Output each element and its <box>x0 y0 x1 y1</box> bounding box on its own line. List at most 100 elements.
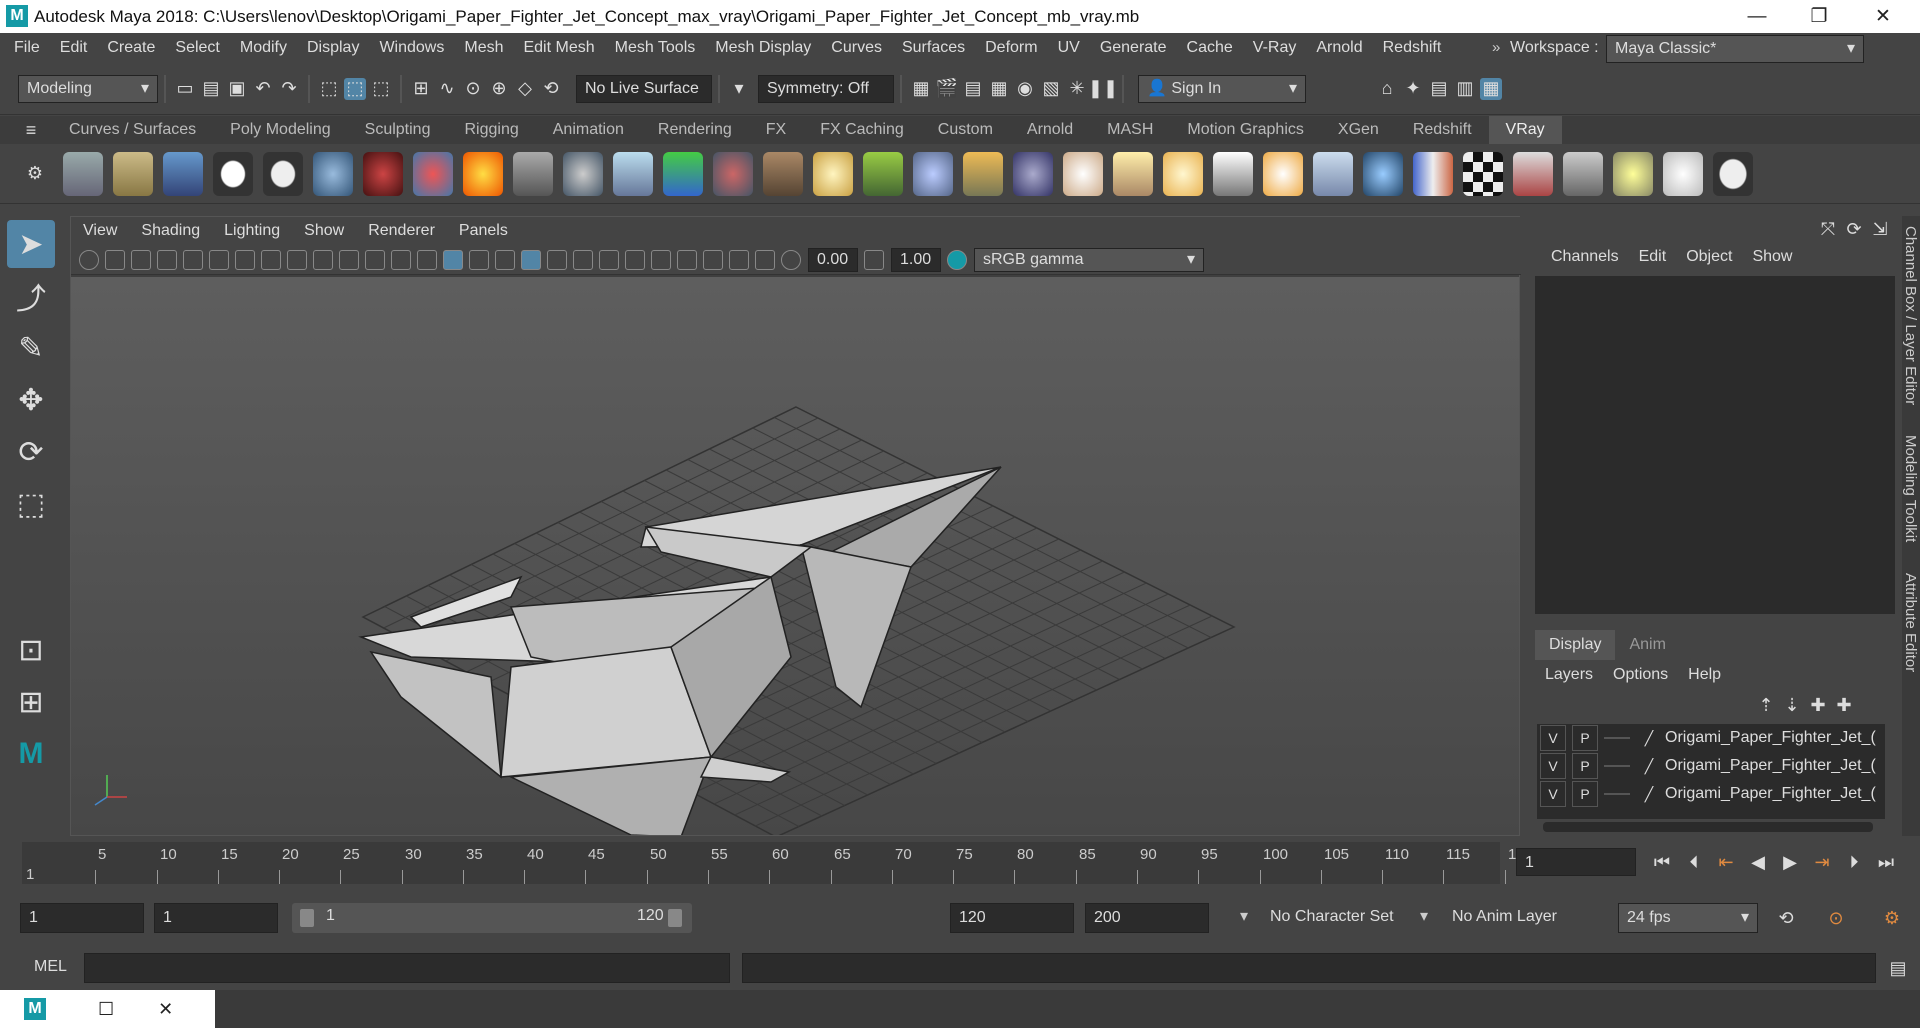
film-gate-icon[interactable] <box>261 249 281 270</box>
xray-joints-icon[interactable] <box>729 249 749 270</box>
tab-motion-graphics[interactable]: Motion Graphics <box>1170 116 1321 144</box>
vray-table-icon[interactable] <box>1563 151 1603 196</box>
new-layer-icon[interactable]: ✚ <box>1807 694 1829 716</box>
menu-generate[interactable]: Generate <box>1090 33 1177 63</box>
menu-edit[interactable]: Edit <box>50 33 98 63</box>
layer-row[interactable]: V P ╱ Origami_Paper_Fighter_Jet_( <box>1537 752 1885 780</box>
ambient-occlusion-icon[interactable] <box>573 249 593 270</box>
wireframe-on-shaded-icon[interactable] <box>469 249 489 270</box>
layer-menu-layers[interactable]: Layers <box>1535 660 1603 690</box>
color-management-icon[interactable] <box>947 249 967 270</box>
vray-sphere-light-icon[interactable] <box>1013 151 1053 196</box>
channel-box-float-icon[interactable]: ⤧ <box>1817 218 1839 240</box>
vray-dome-light-icon[interactable] <box>1063 151 1103 196</box>
vray-mtl-icon[interactable] <box>1413 151 1453 196</box>
play-forward-icon[interactable]: ▶ <box>1776 848 1804 876</box>
anti-aliasing-icon[interactable] <box>625 249 645 270</box>
attribute-editor-icon[interactable]: ▤ <box>1428 78 1450 100</box>
layer-name[interactable]: Origami_Paper_Fighter_Jet_( <box>1665 757 1876 775</box>
new-layer-selected-icon[interactable]: ✚ <box>1833 694 1855 716</box>
maya-logo-icon[interactable]: M <box>24 998 46 1020</box>
maximize-button[interactable]: ☐ <box>98 999 114 1020</box>
tab-custom[interactable]: Custom <box>921 116 1010 144</box>
vray-sun-icon[interactable] <box>1263 151 1303 196</box>
minimize-button[interactable]: — <box>1734 0 1780 33</box>
outliner-icon[interactable]: ✦ <box>1402 78 1424 100</box>
tab-animation[interactable]: Animation <box>536 116 641 144</box>
tab-vray[interactable]: VRay <box>1488 116 1562 144</box>
gate-mask-icon[interactable] <box>313 249 333 270</box>
shadows-icon[interactable] <box>547 249 567 270</box>
command-input[interactable] <box>84 953 730 983</box>
side-tab-channel-box[interactable]: Channel Box / Layer Editor <box>1902 226 1919 405</box>
vray-mesh-light-icon[interactable] <box>1363 151 1403 196</box>
lasso-tool-icon[interactable]: ⤴ <box>7 272 55 320</box>
depth-of-field-icon[interactable] <box>651 249 671 270</box>
layer-name[interactable]: Origami_Paper_Fighter_Jet_( <box>1665 729 1876 747</box>
menu-select[interactable]: Select <box>165 33 229 63</box>
symmetry-dropdown[interactable]: Symmetry: Off <box>758 74 894 103</box>
step-back-key-icon[interactable]: ⏴ <box>1680 848 1708 876</box>
fps-dropdown[interactable]: 24 fps ▾ <box>1618 903 1758 933</box>
tab-fx-caching[interactable]: FX Caching <box>803 116 921 144</box>
hypershade-icon[interactable]: ◉ <box>1014 78 1036 100</box>
tab-poly-modeling[interactable]: Poly Modeling <box>213 116 348 144</box>
vray-texture-icon[interactable] <box>763 151 803 196</box>
vray-scatter-icon[interactable] <box>913 151 953 196</box>
layer-horizontal-scrollbar[interactable] <box>1543 822 1873 832</box>
render-view-icon[interactable]: ▦ <box>910 78 932 100</box>
chevron-down-icon[interactable]: ▾ <box>1420 906 1428 926</box>
tab-fx[interactable]: FX <box>749 116 803 144</box>
vray-checker-icon[interactable] <box>1463 151 1503 196</box>
motion-blur-icon[interactable] <box>599 249 619 270</box>
xray-components-icon[interactable] <box>755 249 775 270</box>
shelf-settings-icon[interactable]: ⚙ <box>24 163 46 185</box>
vray-light-lister-icon[interactable] <box>1613 151 1653 196</box>
layer-visibility-toggle[interactable]: V <box>1540 753 1566 779</box>
go-to-end-icon[interactable]: ⏭ <box>1872 848 1900 876</box>
layer-menu-help[interactable]: Help <box>1678 660 1731 690</box>
chevron-down-icon[interactable]: ▾ <box>728 78 750 100</box>
vray-rect-light-icon[interactable] <box>1313 151 1353 196</box>
viewport-menu-show[interactable]: Show <box>292 217 356 245</box>
script-editor-icon[interactable]: ▤ <box>1884 954 1912 982</box>
menu-arnold[interactable]: Arnold <box>1306 33 1372 63</box>
sign-in-dropdown[interactable]: 👤 Sign In ▾ <box>1138 74 1306 103</box>
range-end-handle[interactable] <box>668 909 682 927</box>
gamma-field[interactable]: 1.00 <box>891 247 941 272</box>
layer-playback-toggle[interactable]: P <box>1572 753 1598 779</box>
layer-menu-options[interactable]: Options <box>1603 660 1678 690</box>
tab-rigging[interactable]: Rigging <box>447 116 535 144</box>
tab-mash[interactable]: MASH <box>1090 116 1170 144</box>
vray-proxy-icon[interactable] <box>513 151 553 196</box>
colorspace-dropdown[interactable]: sRGB gamma ▾ <box>974 247 1204 272</box>
animation-preferences-icon[interactable]: ⚙ <box>1878 904 1906 932</box>
open-scene-icon[interactable]: ▤ <box>200 78 222 100</box>
tab-rendering[interactable]: Rendering <box>641 116 749 144</box>
playback-end-field[interactable]: 120 <box>950 903 1074 933</box>
grid-toggle-icon[interactable] <box>235 249 255 270</box>
vray-ipr-icon[interactable] <box>113 151 153 196</box>
snap-grid-icon[interactable]: ⊞ <box>410 78 432 100</box>
menu-deform[interactable]: Deform <box>975 33 1047 63</box>
menu-create[interactable]: Create <box>97 33 165 63</box>
scale-tool-icon[interactable]: ⬚ <box>7 480 55 528</box>
step-back-frame-icon[interactable]: ⇤ <box>1712 848 1740 876</box>
two-d-pan-icon[interactable] <box>183 249 203 270</box>
tab-arnold[interactable]: Arnold <box>1010 116 1090 144</box>
light-editor-icon[interactable]: ✳ <box>1066 78 1088 100</box>
vray-render-icon[interactable] <box>63 151 103 196</box>
mode-dropdown[interactable]: Modeling ▾ <box>18 74 158 103</box>
layer-row[interactable]: V P ╱ Origami_Paper_Fighter_Jet_( <box>1537 724 1885 752</box>
move-layer-down-icon[interactable]: ⇣ <box>1781 694 1803 716</box>
vray-framebuffer-icon[interactable] <box>163 151 203 196</box>
range-slider[interactable]: 1 120 <box>292 903 692 933</box>
render-setup-icon[interactable]: ▧ <box>1040 78 1062 100</box>
vray-grass-icon[interactable] <box>863 151 903 196</box>
timeline-ruler[interactable]: 1 5 10 15 20 25 30 35 40 45 50 55 60 65 70 75 80 85 90 95 1… <box>22 842 1525 884</box>
select-object-icon[interactable]: ⬚ <box>344 77 366 100</box>
help-icon[interactable] <box>1713 151 1753 196</box>
four-pane-layout-icon[interactable]: ⊞ <box>7 678 55 726</box>
menu-edit-mesh[interactable]: Edit Mesh <box>513 33 604 63</box>
menu-modify[interactable]: Modify <box>230 33 297 63</box>
